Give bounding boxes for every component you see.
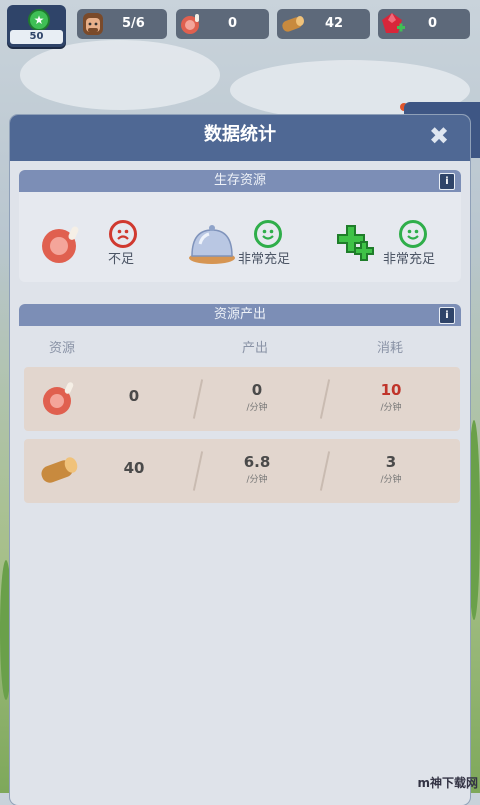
- wood-log-icon: [41, 457, 78, 483]
- column-header-output: 产出: [242, 341, 269, 356]
- background-cloud: [20, 40, 220, 110]
- gem-counter[interactable]: 0: [378, 9, 470, 39]
- divider: [192, 379, 204, 419]
- watermark: m神下载网: [417, 776, 478, 790]
- output-value: 6.8: [243, 453, 271, 471]
- level-value: 50: [10, 30, 63, 44]
- villager-face-icon: [83, 13, 103, 35]
- close-icon[interactable]: ✖: [426, 123, 452, 149]
- divider: [319, 451, 331, 491]
- gem-value: 0: [428, 16, 438, 31]
- meat-icon: [43, 382, 74, 415]
- population-value: 5/6: [122, 16, 145, 31]
- section-header: 资源产出 i: [19, 304, 461, 326]
- level-badge[interactable]: ★ 50: [7, 5, 66, 47]
- sad-face-icon: [109, 220, 137, 248]
- panel-header: 数据统计 ✖: [10, 115, 470, 161]
- consume-value: 3: [385, 453, 397, 471]
- wood-value: 42: [325, 16, 344, 31]
- resource-amount: 40: [123, 459, 145, 477]
- happy-face-icon: [399, 220, 427, 248]
- meat-icon: [42, 226, 79, 263]
- divider: [319, 379, 331, 419]
- health-cross-icon: [337, 225, 374, 261]
- status-label: 不足: [108, 252, 135, 267]
- divider: [192, 451, 204, 491]
- info-icon[interactable]: i: [439, 173, 455, 190]
- meat-counter[interactable]: 0: [176, 9, 269, 39]
- output-unit: /分钟: [246, 403, 268, 413]
- meat-icon: [181, 14, 199, 34]
- column-header-resource: 资源: [49, 341, 76, 356]
- star-icon: ★: [28, 9, 50, 31]
- consume-value: 10: [380, 381, 402, 399]
- resource-bar: ★ 50 5/6 0 42 0: [0, 0, 480, 48]
- section-title: 资源产出: [213, 307, 266, 322]
- statistics-panel: 数据统计 ✖ 生存资源 i 不足 非常充足 非常充足 资源产出 i 资源 产出 …: [10, 115, 470, 805]
- info-icon[interactable]: i: [439, 307, 455, 324]
- section-title: 生存资源: [213, 173, 266, 188]
- table-row: 0 0 /分钟 10 /分钟: [24, 367, 460, 431]
- wood-counter[interactable]: 42: [277, 9, 370, 39]
- meat-value: 0: [228, 16, 238, 31]
- panel-title: 数据统计: [204, 124, 276, 145]
- ruby-gem-icon: [382, 13, 405, 33]
- output-value: 0: [251, 381, 263, 399]
- status-label: 非常充足: [383, 252, 436, 267]
- consume-unit: /分钟: [380, 475, 402, 485]
- table-row: 40 6.8 /分钟 3 /分钟: [24, 439, 460, 503]
- consume-unit: /分钟: [380, 403, 402, 413]
- survival-resources-section: 生存资源 i 不足 非常充足 非常充足: [19, 170, 461, 282]
- resource-amount: 0: [128, 387, 140, 405]
- wood-log-icon: [282, 16, 304, 32]
- resource-production-section: 资源产出 i: [19, 304, 461, 326]
- section-header: 生存资源 i: [19, 170, 461, 192]
- happy-face-icon: [254, 220, 282, 248]
- status-label: 非常充足: [238, 252, 291, 267]
- output-unit: /分钟: [246, 475, 268, 485]
- population-counter[interactable]: 5/6: [77, 9, 167, 39]
- column-header-consume: 消耗: [377, 341, 404, 356]
- food-cloche-icon: [189, 225, 235, 264]
